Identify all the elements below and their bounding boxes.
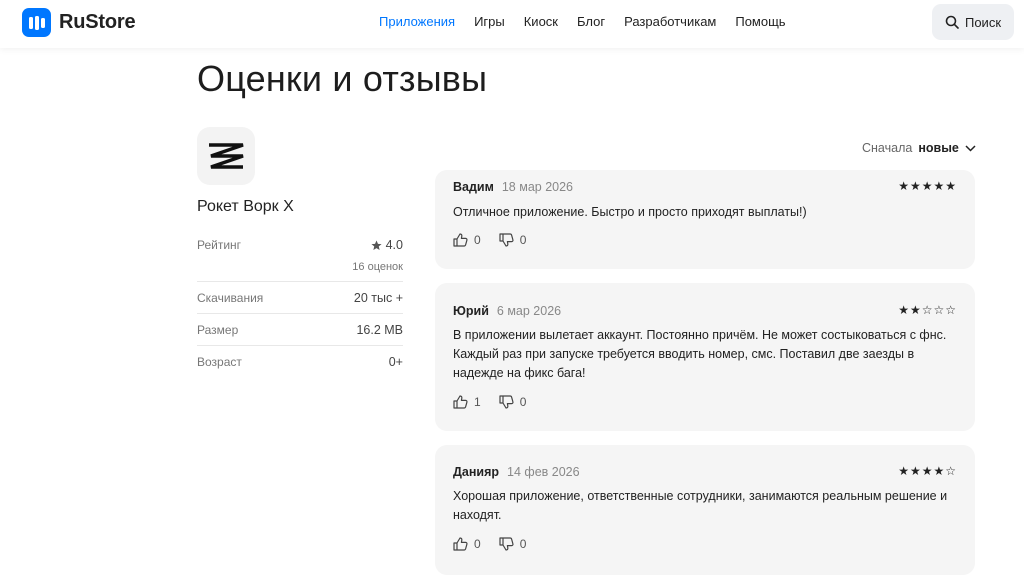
review-text: Хорошая приложение, ответственные сотруд… (453, 489, 948, 522)
rating-label: Рейтинг (197, 238, 242, 252)
review-card: Вадим 18 мар 2026 ★★★★★ Отличное приложе… (435, 170, 975, 269)
review-card: Данияр 14 фев 2026 ★★★★☆ Хорошая приложе… (435, 445, 975, 575)
rating-value: 4.0 (385, 238, 403, 252)
top-header: RuStore Приложения Игры Киоск Блог Разра… (0, 0, 1024, 48)
star-icon (371, 240, 382, 250)
review-date: 14 фев 2026 (507, 465, 580, 479)
nav-blog[interactable]: Блог (577, 14, 605, 29)
review-votes: 0 0 (453, 233, 526, 247)
review-text: Отличное приложение. Быстро и просто при… (453, 205, 807, 219)
info-row-age: Возраст 0+ (197, 346, 403, 378)
like-button[interactable]: 0 (453, 537, 481, 551)
review-meta: Вадим 18 мар 2026 (453, 180, 573, 194)
like-count: 1 (474, 395, 481, 409)
thumbs-down-icon (499, 395, 514, 409)
dislike-count: 0 (519, 395, 527, 409)
thumbs-up-icon (453, 233, 468, 247)
review-votes: 0 0 (453, 537, 526, 551)
review-stars: ★★☆☆☆ (898, 303, 957, 317)
brand-name: RuStore (59, 11, 136, 33)
info-row-downloads: Скачивания 20 тыс + (197, 282, 403, 314)
thumbs-up-icon (453, 537, 468, 551)
review-meta: Данияр 14 фев 2026 (453, 465, 580, 479)
review-author: Вадим (453, 180, 494, 194)
thumbs-up-icon (453, 395, 468, 409)
sort-label: Сначала (862, 141, 913, 155)
dislike-button[interactable]: 0 (499, 233, 527, 247)
sort-value: новые (918, 141, 959, 155)
page-title: Оценки и отзывы (197, 58, 488, 99)
rating-count: 16 оценок (352, 261, 403, 273)
dislike-count: 0 (519, 537, 527, 551)
nav-help[interactable]: Помощь (735, 14, 785, 29)
review-votes: 1 0 (453, 395, 526, 409)
search-button[interactable]: Поиск (932, 4, 1014, 40)
nav-developers[interactable]: Разработчикам (624, 14, 716, 29)
downloads-label: Скачивания (197, 290, 264, 305)
rating-value-wrap: 4.0 (371, 238, 403, 252)
downloads-value: 20 тыс + (353, 290, 403, 305)
info-row-rating: Рейтинг 4.0 16 оценок (197, 230, 403, 282)
review-date: 18 мар 2026 (501, 180, 574, 194)
rustore-logo-icon (22, 8, 51, 37)
nav-games[interactable]: Игры (474, 14, 505, 29)
search-label: Поиск (964, 14, 1002, 30)
review-author: Данияр (453, 465, 500, 479)
nav-apps[interactable]: Приложения (379, 14, 455, 29)
like-button[interactable]: 0 (453, 233, 481, 247)
age-label: Возраст (197, 355, 242, 369)
chevron-down-icon (965, 144, 976, 152)
search-icon (945, 15, 959, 29)
like-button[interactable]: 1 (453, 395, 481, 409)
age-value: 0+ (388, 355, 403, 369)
sort-dropdown[interactable]: Сначала новые (862, 141, 976, 155)
like-count: 0 (474, 537, 481, 551)
review-meta: Юрий 6 мар 2026 (453, 304, 561, 318)
app-icon (197, 127, 255, 185)
size-value: 16.2 MB (356, 322, 403, 337)
thumbs-down-icon (499, 233, 514, 247)
size-label: Размер (197, 322, 239, 337)
review-stars: ★★★★☆ (898, 464, 957, 478)
review-card: Юрий 6 мар 2026 ★★☆☆☆ В приложении вылет… (435, 283, 975, 431)
info-row-size: Размер 16.2 MB (197, 314, 403, 346)
main-nav: Приложения Игры Киоск Блог Разработчикам… (379, 14, 805, 29)
app-logo-icon (209, 143, 244, 169)
dislike-button[interactable]: 0 (499, 395, 527, 409)
dislike-count: 0 (519, 233, 527, 247)
review-text: В приложении вылетает аккаунт. Постоянно… (453, 328, 947, 380)
thumbs-down-icon (499, 537, 514, 551)
app-info-table: Рейтинг 4.0 16 оценок Скачивания 20 тыс … (197, 230, 403, 378)
nav-kiosk[interactable]: Киоск (524, 14, 558, 29)
app-name: Рокет Ворк X (197, 198, 294, 215)
like-count: 0 (474, 233, 481, 247)
review-date: 6 мар 2026 (496, 304, 562, 318)
rustore-logo[interactable]: RuStore (22, 8, 136, 37)
review-stars: ★★★★★ (898, 179, 957, 193)
review-author: Юрий (453, 304, 489, 318)
dislike-button[interactable]: 0 (499, 537, 527, 551)
